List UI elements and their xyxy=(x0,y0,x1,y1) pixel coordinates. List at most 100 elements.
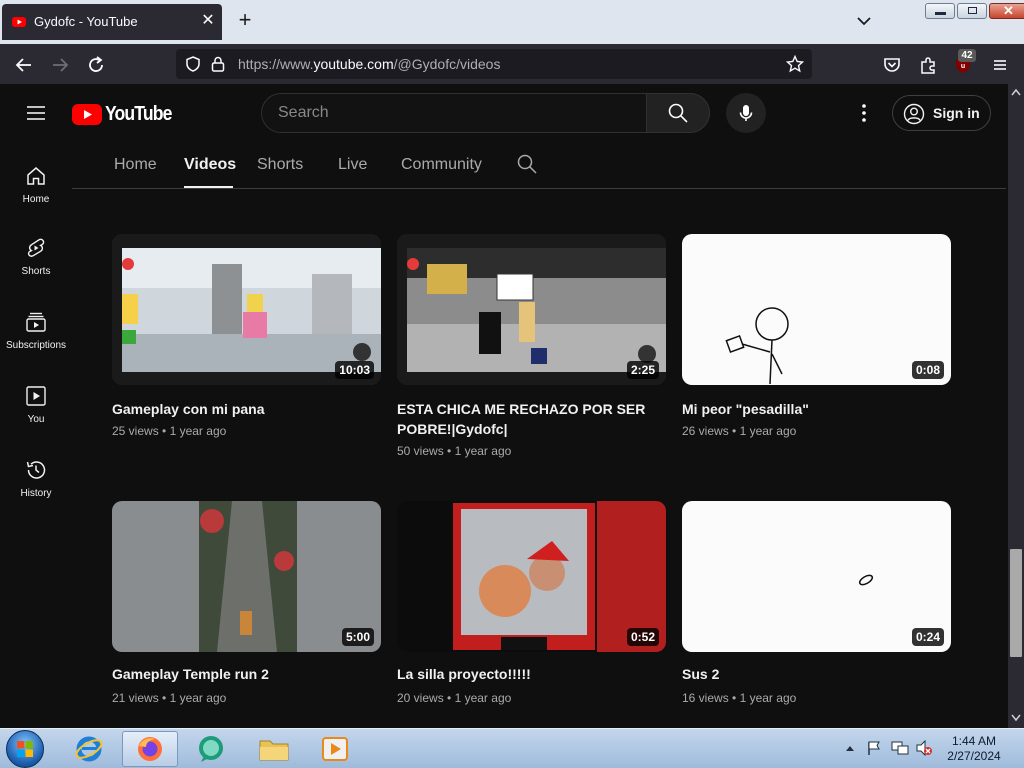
tab-videos[interactable]: Videos xyxy=(184,156,236,174)
taskbar-file-explorer[interactable] xyxy=(246,731,302,767)
show-hidden-icons[interactable] xyxy=(845,744,855,752)
list-all-tabs-icon[interactable] xyxy=(853,10,875,32)
guide-item-subscriptions[interactable]: Subscriptions xyxy=(0,310,72,380)
youtube-page: YouTube Sign in H xyxy=(0,84,1008,728)
chat-app-icon xyxy=(199,736,223,762)
folder-icon xyxy=(259,740,289,761)
video-metadata: 25 views • 1 year ago xyxy=(112,424,227,438)
tab-community[interactable]: Community xyxy=(401,156,482,174)
tab-home[interactable]: Home xyxy=(114,156,157,174)
video-title[interactable]: Sus 2 xyxy=(682,664,951,684)
video-thumbnail[interactable]: 5:00 xyxy=(112,501,381,652)
video-title[interactable]: Gameplay con mi pana xyxy=(112,399,381,419)
scroll-down-icon[interactable] xyxy=(1011,714,1021,722)
video-duration: 0:52 xyxy=(626,628,659,646)
video-metadata: 50 views • 1 year ago xyxy=(397,444,512,458)
active-tab-indicator xyxy=(184,186,233,188)
tab-close-icon[interactable]: ✕ xyxy=(198,11,218,31)
shorts-icon xyxy=(27,238,45,257)
minimize-button[interactable] xyxy=(925,3,955,19)
guide-item-you[interactable]: You xyxy=(0,384,72,454)
volume-muted-icon[interactable] xyxy=(915,740,933,756)
tracking-protection-icon[interactable] xyxy=(184,55,202,73)
firefox-icon xyxy=(138,737,162,761)
channel-search-icon[interactable] xyxy=(515,152,539,176)
video-duration: 5:00 xyxy=(341,628,374,646)
video-title[interactable]: La silla proyecto!!!!! xyxy=(397,664,666,684)
video-metadata: 20 views • 1 year ago xyxy=(397,691,512,705)
close-x-icon: ✕ xyxy=(1003,3,1014,18)
video-thumbnail[interactable]: 2:25 xyxy=(397,234,666,385)
internet-explorer-icon xyxy=(75,736,103,762)
microphone-icon xyxy=(739,105,753,121)
youtube-logo-icon xyxy=(72,103,102,125)
account-icon xyxy=(903,103,925,125)
settings-more-icon[interactable] xyxy=(852,101,876,125)
windows-taskbar: 1:44 AM 2/27/2024 xyxy=(0,728,1024,768)
tab-title: Gydofc - YouTube xyxy=(34,14,138,29)
video-duration: 2:25 xyxy=(626,361,659,379)
video-metadata: 21 views • 1 year ago xyxy=(112,691,227,705)
url-text: https://www.youtube.com/@Gydofc/videos xyxy=(238,56,501,72)
taskbar-firefox[interactable] xyxy=(122,731,178,767)
video-title[interactable]: ESTA CHICA ME RECHAZO POR SER POBRE!|Gyd… xyxy=(397,399,666,439)
system-clock[interactable]: 1:44 AM 2/27/2024 xyxy=(940,734,1008,764)
video-thumbnail[interactable]: 0:08 xyxy=(682,234,951,385)
search-button[interactable] xyxy=(646,93,710,133)
reload-icon[interactable] xyxy=(85,54,107,76)
video-title[interactable]: Gameplay Temple run 2 xyxy=(112,664,381,684)
sign-in-button[interactable]: Sign in xyxy=(892,95,991,131)
video-thumbnail[interactable]: 0:24 xyxy=(682,501,951,652)
guide-menu-icon[interactable] xyxy=(24,101,48,125)
extension-badge: 42 xyxy=(958,49,976,62)
app-menu-icon[interactable] xyxy=(989,54,1011,76)
video-title[interactable]: Mi peor "pesadilla" xyxy=(682,399,951,419)
svg-text:u: u xyxy=(961,63,965,70)
scrollbar-thumb[interactable] xyxy=(1010,549,1022,657)
page-scrollbar[interactable] xyxy=(1008,84,1024,728)
video-metadata: 16 views • 1 year ago xyxy=(682,691,797,705)
tab-live[interactable]: Live xyxy=(338,156,367,174)
new-tab-button[interactable]: + xyxy=(234,9,256,32)
scroll-up-icon[interactable] xyxy=(1011,88,1021,96)
guide-label: Shorts xyxy=(21,266,51,277)
guide-item-history[interactable]: History xyxy=(0,458,72,528)
taskbar-media-player[interactable] xyxy=(308,731,364,767)
guide-label: History xyxy=(20,488,52,499)
network-icon[interactable] xyxy=(891,740,909,756)
video-thumbnail[interactable]: 0:52 xyxy=(397,501,666,652)
guide-label: Home xyxy=(22,194,50,205)
back-icon[interactable] xyxy=(13,54,35,76)
lock-icon[interactable] xyxy=(210,55,226,73)
channel-tabs: Home Videos Shorts Live Community xyxy=(72,140,1006,189)
youtube-favicon-icon xyxy=(12,17,26,27)
start-button[interactable] xyxy=(6,730,44,768)
tab-shorts[interactable]: Shorts xyxy=(257,156,303,174)
guide-item-shorts[interactable]: Shorts xyxy=(0,236,72,306)
forward-icon[interactable] xyxy=(49,54,71,76)
browser-tab[interactable]: Gydofc - YouTube ✕ xyxy=(2,4,222,40)
clock-time: 1:44 AM xyxy=(951,734,997,748)
search-input[interactable] xyxy=(262,94,646,132)
temple-run-thumbnail xyxy=(112,501,381,652)
extensions-icon[interactable] xyxy=(917,54,939,76)
history-icon xyxy=(26,461,46,479)
restore-button[interactable] xyxy=(957,3,987,19)
subscriptions-icon xyxy=(26,312,46,332)
voice-search-button[interactable] xyxy=(726,93,766,133)
pocket-icon[interactable] xyxy=(881,54,903,76)
logo-text: YouTube xyxy=(105,102,172,125)
taskbar-app[interactable] xyxy=(184,731,240,767)
you-icon xyxy=(26,386,46,406)
close-window-button[interactable]: ✕ xyxy=(989,3,1024,19)
video-metadata: 26 views • 1 year ago xyxy=(682,424,797,438)
stickman-drawing-thumbnail xyxy=(682,234,951,385)
taskbar-internet-explorer[interactable] xyxy=(62,731,118,767)
video-thumbnail[interactable]: 10:03 xyxy=(112,234,381,385)
roblox-gameplay-thumbnail xyxy=(397,234,666,385)
youtube-logo[interactable]: YouTube xyxy=(72,103,181,125)
action-center-flag-icon[interactable] xyxy=(866,740,882,756)
bookmark-star-icon[interactable] xyxy=(786,55,804,73)
url-bar[interactable]: https://www.youtube.com/@Gydofc/videos xyxy=(176,49,812,79)
guide-item-home[interactable]: Home xyxy=(0,164,72,234)
